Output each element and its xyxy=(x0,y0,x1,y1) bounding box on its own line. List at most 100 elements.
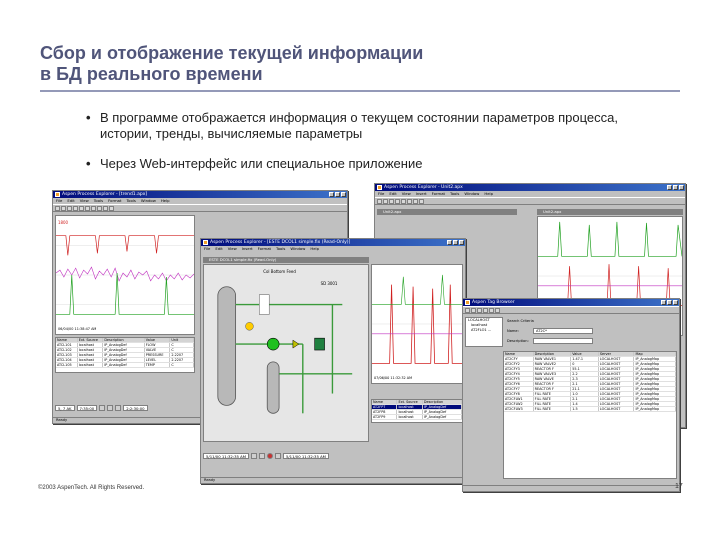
end-time-field[interactable]: 2:2:30:00 xyxy=(123,405,148,411)
rewind-icon[interactable] xyxy=(250,453,257,459)
column-header[interactable]: Name xyxy=(56,338,78,342)
toolbar-icon[interactable] xyxy=(419,198,424,204)
toolbar-icon[interactable] xyxy=(73,205,78,211)
toolbar-icon[interactable] xyxy=(389,198,394,204)
menu-format[interactable]: Format xyxy=(432,191,445,196)
menu-tools-2[interactable]: Tools xyxy=(126,198,135,203)
vessel-icon[interactable] xyxy=(266,361,280,414)
toolbar-icon[interactable] xyxy=(55,205,60,211)
trend-plot[interactable]: 1800 06/04/00 11:38:47 AM xyxy=(55,215,195,335)
description-field[interactable] xyxy=(533,338,593,344)
window-titlebar[interactable]: Aspen Process Explorer - [ESTE DCOL1 sim… xyxy=(201,239,465,246)
menu-view[interactable]: View xyxy=(402,191,411,196)
menu-tools[interactable]: Tools xyxy=(450,191,459,196)
toolbar-icon[interactable] xyxy=(91,205,96,211)
menu-file[interactable]: File xyxy=(204,246,210,251)
forward-icon[interactable] xyxy=(274,453,281,459)
toolbar-icon[interactable] xyxy=(383,198,388,204)
table-row[interactable]: AT2FP9 localhost IP_AnalogDef xyxy=(372,415,462,420)
close-icon[interactable] xyxy=(341,192,346,197)
span-field[interactable]: 7:35:00 xyxy=(76,405,98,411)
menu-file[interactable]: File xyxy=(56,198,62,203)
toolbar-icon[interactable] xyxy=(79,205,84,211)
toolbar-icon[interactable] xyxy=(495,307,500,313)
minimize-icon[interactable] xyxy=(329,192,334,197)
table-row[interactable]: ATCL105 localhost IP_AnalogDef TEMP C xyxy=(56,363,194,368)
menu-window[interactable]: Window xyxy=(141,198,156,203)
menu-format[interactable]: Format xyxy=(108,198,121,203)
column-header[interactable]: Ext. Source xyxy=(78,338,104,342)
toolbar-icon[interactable] xyxy=(477,307,482,313)
menu-help[interactable]: Help xyxy=(310,246,319,251)
column-header[interactable]: Value xyxy=(145,338,171,342)
minimize-icon[interactable] xyxy=(667,185,672,190)
tree-item[interactable]: AT2FLO1 ... xyxy=(466,328,502,333)
column-header[interactable]: Description xyxy=(103,338,145,342)
process-graphic[interactable]: Col Bottom Feed SD 3001 xyxy=(203,264,369,442)
toolbar-icon[interactable] xyxy=(489,307,494,313)
menu-view[interactable]: View xyxy=(228,246,237,251)
play-icon[interactable] xyxy=(107,405,114,411)
toolbar-icon[interactable] xyxy=(67,205,72,211)
window-titlebar[interactable]: Aspen Process Explorer - [trend1.apx] xyxy=(53,191,347,198)
toolbar-icon[interactable] xyxy=(61,205,66,211)
maximize-icon[interactable] xyxy=(673,185,678,190)
toolbar-icon[interactable] xyxy=(97,205,102,211)
toolbar-icon[interactable] xyxy=(401,198,406,204)
name-field[interactable]: AT2C* xyxy=(533,328,593,334)
menu-edit[interactable]: Edit xyxy=(389,191,396,196)
toolbar-icon[interactable] xyxy=(109,205,114,211)
menu-file[interactable]: File xyxy=(378,191,384,196)
child-window-title[interactable]: Unit2.apx xyxy=(377,209,517,215)
rewind-icon[interactable] xyxy=(99,405,106,411)
table-row[interactable]: AT2CFLW3 FILL RATE 1.5 LOCALHOST IP_AnalogMa… xyxy=(504,407,676,412)
end-time-field[interactable]: 5/11/00 11:32:35 AM xyxy=(282,453,329,459)
toolbar-icon[interactable] xyxy=(377,198,382,204)
column-header[interactable]: Value xyxy=(571,352,599,356)
column-header[interactable]: Unit xyxy=(170,338,194,342)
close-icon[interactable] xyxy=(459,240,464,245)
toolbar-icon[interactable] xyxy=(471,307,476,313)
menu-help[interactable]: Help xyxy=(484,191,493,196)
toolbar-icon[interactable] xyxy=(483,307,488,313)
menu-tools[interactable]: Tools xyxy=(276,246,285,251)
start-time-field[interactable]: 5/11/00 11:32:35 AM xyxy=(203,453,249,459)
distillation-column-icon[interactable] xyxy=(217,286,237,406)
toolbar-icon[interactable] xyxy=(103,205,108,211)
toolbar-icon[interactable] xyxy=(407,198,412,204)
valve-icon[interactable] xyxy=(292,339,300,349)
maximize-icon[interactable] xyxy=(453,240,458,245)
menu-help[interactable]: Help xyxy=(161,198,170,203)
forward-icon[interactable] xyxy=(115,405,122,411)
menu-tools[interactable]: Tools xyxy=(94,198,103,203)
menu-insert[interactable]: Insert xyxy=(242,246,253,251)
menu-window[interactable]: Window xyxy=(290,246,305,251)
window-titlebar[interactable]: Aspen Process Explorer - Unit2.apx xyxy=(375,184,685,191)
menu-view[interactable]: View xyxy=(80,198,89,203)
toolbar-icon[interactable] xyxy=(465,307,470,313)
column-header[interactable]: Map xyxy=(634,352,676,356)
start-time-field[interactable]: 5, 7 AK xyxy=(55,405,75,411)
child-window-title[interactable]: Unit2.apx xyxy=(537,209,683,215)
heat-exchanger-icon[interactable] xyxy=(314,337,325,351)
menu-edit[interactable]: Edit xyxy=(215,246,222,251)
column-header[interactable]: Name xyxy=(372,400,398,404)
menu-insert[interactable]: Insert xyxy=(416,191,427,196)
menu-format[interactable]: Format xyxy=(258,246,271,251)
column-header[interactable]: Name xyxy=(504,352,534,356)
pump-icon[interactable] xyxy=(266,337,280,351)
menu-window[interactable]: Window xyxy=(464,191,479,196)
column-header[interactable]: Description xyxy=(423,400,462,404)
window-titlebar[interactable]: Aspen Tag Browser xyxy=(463,299,679,306)
column-header[interactable]: Description xyxy=(534,352,572,356)
toolbar-icon[interactable] xyxy=(85,205,90,211)
record-icon[interactable] xyxy=(266,453,273,459)
close-icon[interactable] xyxy=(679,185,684,190)
maximize-icon[interactable] xyxy=(335,192,340,197)
column-header[interactable]: Ext. Source xyxy=(397,400,423,404)
toolbar-icon[interactable] xyxy=(395,198,400,204)
column-header[interactable]: Server xyxy=(599,352,635,356)
play-icon[interactable] xyxy=(258,453,265,459)
minimize-icon[interactable] xyxy=(447,240,452,245)
menu-edit[interactable]: Edit xyxy=(67,198,74,203)
